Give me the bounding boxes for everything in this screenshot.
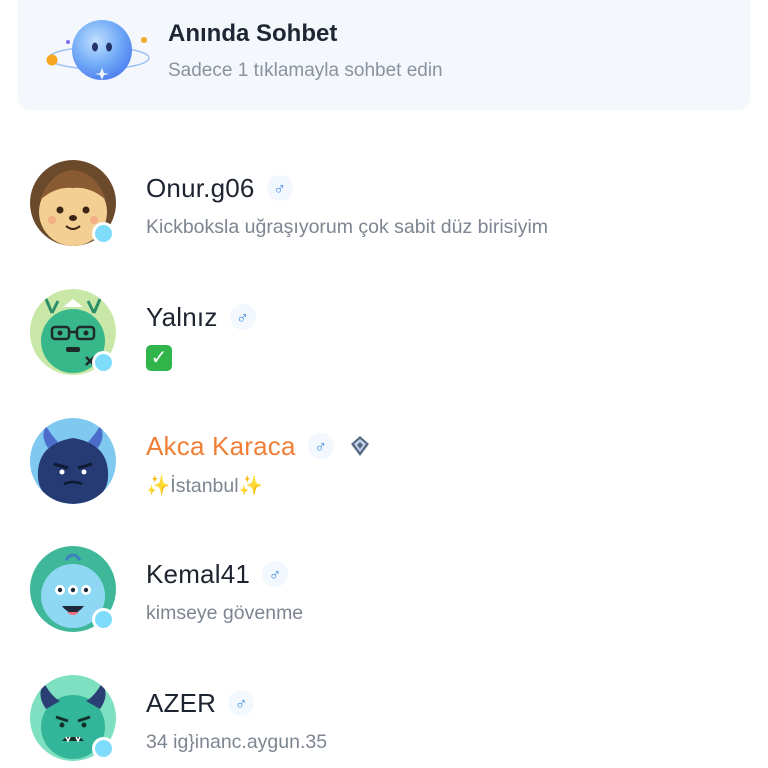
male-gender-icon: ♂ — [262, 561, 289, 587]
diamond-badge-icon — [350, 436, 369, 456]
avatar[interactable] — [30, 160, 118, 248]
avatar[interactable] — [30, 546, 118, 634]
user-bio: ✓ — [146, 345, 172, 371]
user-name: Onur.g06 — [146, 172, 255, 203]
avatar[interactable] — [30, 418, 118, 506]
instant-chat-banner[interactable]: Anında Sohbet Sadece 1 tıklamayla sohbet… — [18, 0, 750, 110]
check-mark-emoji-icon: ✓ — [146, 345, 172, 371]
user-list-item[interactable]: AZER ♂ 34 ig}inanc.aygun.35 — [0, 675, 768, 768]
avatar[interactable] — [30, 675, 118, 763]
chat-planet-mascot-icon — [46, 20, 150, 80]
sparkles-emoji-icon: ✨ — [146, 475, 171, 497]
user-name: AZER — [146, 687, 217, 718]
online-status-dot — [92, 351, 115, 374]
user-list-item[interactable]: Akca Karaca ♂ ✨İstanbul✨ — [0, 418, 768, 546]
user-bio-text: İstanbul — [170, 475, 239, 497]
male-gender-icon: ♂ — [266, 175, 293, 201]
online-status-dot — [92, 222, 115, 245]
male-gender-icon: ♂ — [307, 433, 334, 459]
sparkles-emoji-icon: ✨ — [238, 475, 263, 497]
user-name: Akca Karaca — [146, 430, 296, 461]
user-bio: Kickboksla uğraşıyorum çok sabit düz bir… — [146, 216, 549, 238]
male-gender-icon: ♂ — [229, 304, 256, 330]
online-status-dot — [92, 608, 115, 631]
user-name: Kemal41 — [146, 558, 251, 589]
banner-subtitle: Sadece 1 tıklamayla sohbet edin — [168, 60, 443, 81]
user-bio: kimseye gövenme — [146, 602, 304, 624]
navy-monster-horns-avatar — [30, 418, 116, 504]
user-list-item[interactable]: Yalnız ♂ ✓ — [0, 289, 768, 417]
male-gender-icon: ♂ — [228, 690, 255, 716]
user-name: Yalnız — [146, 301, 218, 332]
user-bio: 34 ig}inanc.aygun.35 — [146, 731, 328, 753]
user-list-item[interactable]: Onur.g06 ♂ Kickboksla uğraşıyorum çok sa… — [0, 160, 768, 288]
user-list-item[interactable]: Kemal41 ♂ kimseye gövenme — [0, 546, 768, 674]
chat-user-list-page: Anında Sohbet Sadece 1 tıklamayla sohbet… — [0, 0, 768, 768]
banner-title: Anında Sohbet — [168, 20, 338, 47]
online-status-dot — [92, 737, 115, 760]
user-bio: ✨İstanbul✨ — [146, 474, 263, 498]
avatar[interactable] — [30, 289, 118, 377]
